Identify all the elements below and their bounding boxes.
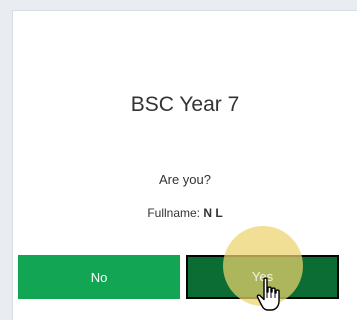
no-button[interactable]: No (18, 255, 180, 299)
fullname-value: N L (203, 206, 223, 220)
dialog-question: Are you? (158, 172, 212, 187)
fullname-line: Fullname: N L (13, 206, 357, 220)
fullname-label: Fullname: (147, 206, 200, 220)
yes-button[interactable] (186, 255, 339, 299)
dialog-title: BSC Year 7 (130, 93, 240, 116)
